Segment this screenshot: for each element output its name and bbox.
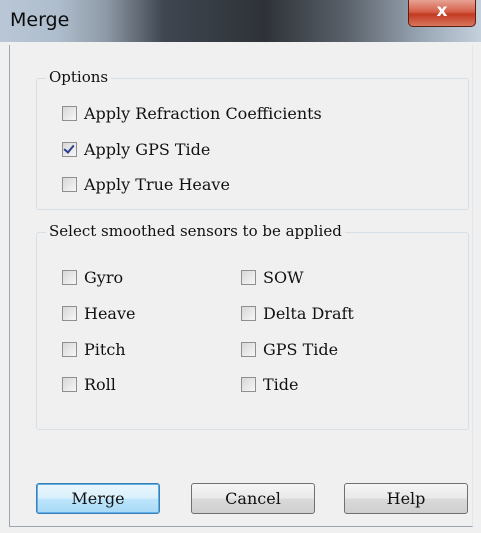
apply-refraction-checkbox[interactable]: Apply Refraction Coefficients xyxy=(62,104,322,123)
sensor-gps-tide-checkbox[interactable]: GPS Tide xyxy=(241,340,338,359)
close-button[interactable]: x xyxy=(408,0,476,27)
checkbox-label: Pitch xyxy=(84,340,126,359)
sensor-pitch-checkbox[interactable]: Pitch xyxy=(62,340,126,359)
sensor-tide-checkbox[interactable]: Tide xyxy=(241,375,299,394)
sensors-group: Select smoothed sensors to be applied xyxy=(36,222,469,430)
checkbox-label: Apply Refraction Coefficients xyxy=(84,104,322,123)
checkbox-label: Delta Draft xyxy=(263,304,354,323)
sensor-delta-draft-checkbox[interactable]: Delta Draft xyxy=(241,304,354,323)
apply-gps-tide-checkbox[interactable]: Apply GPS Tide xyxy=(62,140,210,159)
checkbox-box[interactable] xyxy=(62,177,77,192)
checkbox-label: Apply GPS Tide xyxy=(84,140,211,159)
checkbox-box[interactable] xyxy=(62,106,77,121)
sensor-roll-checkbox[interactable]: Roll xyxy=(62,375,116,394)
sensor-sow-checkbox[interactable]: SOW xyxy=(241,268,304,287)
checkbox-box[interactable] xyxy=(62,306,77,321)
sensor-heave-checkbox[interactable]: Heave xyxy=(62,304,135,323)
checkbox-label: Apply True Heave xyxy=(84,175,230,194)
checkbox-box[interactable] xyxy=(241,270,256,285)
checkbox-box[interactable] xyxy=(62,377,77,392)
checkbox-box[interactable] xyxy=(241,377,256,392)
close-icon: x xyxy=(436,1,448,21)
merge-button[interactable]: Merge xyxy=(36,483,160,514)
checkbox-box[interactable] xyxy=(241,306,256,321)
checkbox-label: GPS Tide xyxy=(263,340,339,359)
checkbox-box[interactable] xyxy=(241,342,256,357)
checkbox-label: SOW xyxy=(263,268,304,287)
checkbox-label: Roll xyxy=(84,375,116,394)
sensor-gyro-checkbox[interactable]: Gyro xyxy=(62,268,123,287)
apply-true-heave-checkbox[interactable]: Apply True Heave xyxy=(62,175,230,194)
options-legend: Options xyxy=(46,68,112,86)
title-bar: Merge x xyxy=(0,0,481,42)
help-button[interactable]: Help xyxy=(344,483,468,514)
checkbox-box[interactable] xyxy=(62,270,77,285)
sensors-legend: Select smoothed sensors to be applied xyxy=(46,222,345,240)
cancel-button[interactable]: Cancel xyxy=(191,483,315,514)
window-title: Merge xyxy=(10,9,70,31)
checkbox-label: Tide xyxy=(263,375,299,394)
checkbox-box[interactable] xyxy=(62,342,77,357)
checkbox-box[interactable] xyxy=(62,142,77,157)
checkbox-label: Gyro xyxy=(84,268,124,287)
checkbox-label: Heave xyxy=(84,304,136,323)
